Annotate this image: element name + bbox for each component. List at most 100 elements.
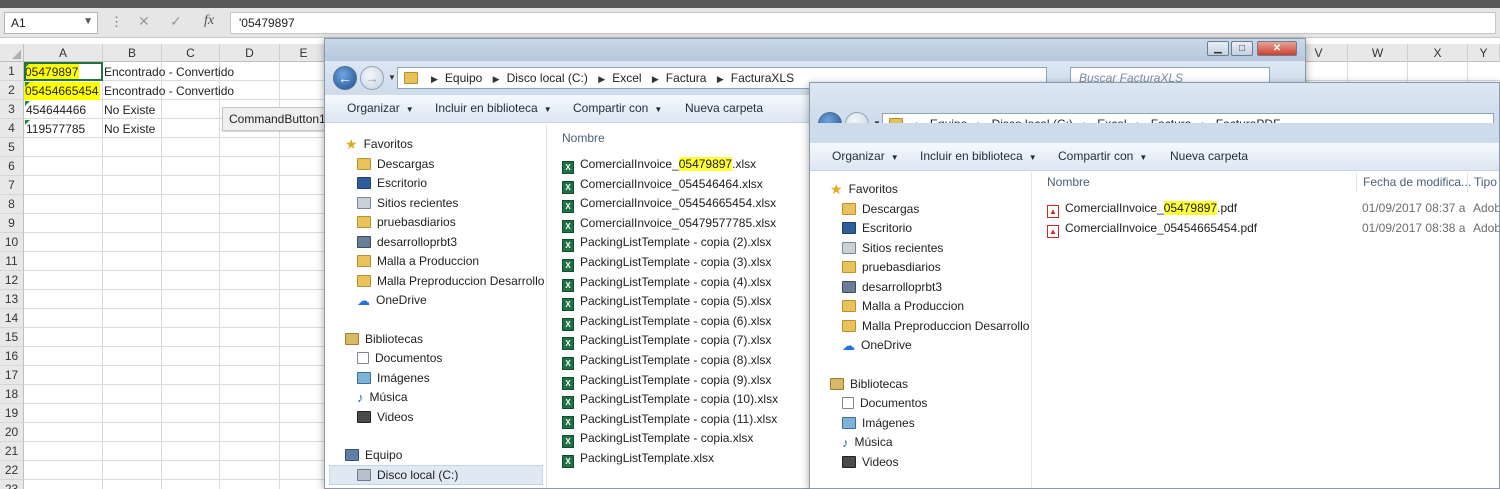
cell-b4[interactable]: No Existe: [102, 120, 202, 138]
nav-section-libraries[interactable]: Bibliotecas: [830, 375, 908, 394]
breadcrumb-item[interactable]: Excel: [612, 71, 641, 85]
nav-item-library[interactable]: Documentos: [357, 349, 442, 368]
name-box[interactable]: A1 ▼: [4, 12, 98, 34]
row-header[interactable]: 15: [0, 328, 24, 347]
column-header-name[interactable]: Nombre: [1047, 172, 1090, 192]
column-header-type[interactable]: Tipo: [1467, 172, 1499, 192]
column-header-d[interactable]: D: [220, 44, 280, 62]
share-with-menu[interactable]: Compartir con ▼: [1058, 149, 1147, 163]
column-header-x[interactable]: X: [1408, 44, 1468, 62]
organize-menu[interactable]: Organizar ▼: [347, 101, 414, 115]
file-item[interactable]: ▲ ComercialInvoice_05479897.pdf: [1047, 199, 1237, 218]
nav-section-libraries[interactable]: Bibliotecas: [345, 330, 423, 349]
file-item[interactable]: X PackingListTemplate - copia (8).xlsx: [562, 351, 771, 370]
row-header[interactable]: 4: [0, 119, 24, 138]
row-header[interactable]: 8: [0, 195, 24, 214]
row-header[interactable]: 12: [0, 271, 24, 290]
nav-item-favorite[interactable]: ☁ OneDrive: [357, 291, 427, 310]
window-titlebar[interactable]: ▁ □ ✕: [325, 39, 1305, 61]
cell-b1[interactable]: Encontrado - Convertido: [102, 63, 272, 81]
nav-item-favorite[interactable]: Escritorio: [357, 174, 427, 193]
nav-item-favorite[interactable]: Malla Preproduccion Desarrollo: [842, 317, 1029, 336]
file-item[interactable]: X PackingListTemplate - copia.xlsx: [562, 429, 753, 449]
nav-item-favorite[interactable]: Descargas: [842, 200, 919, 219]
row-header[interactable]: 16: [0, 347, 24, 366]
row-header[interactable]: 9: [0, 214, 24, 233]
nav-item-drive[interactable]: Disco local (C:): [357, 466, 458, 485]
minimize-icon[interactable]: ▁: [1207, 41, 1229, 56]
confirm-entry-icon[interactable]: ✓: [170, 13, 182, 30]
row-header[interactable]: 23: [0, 480, 24, 489]
nav-section-favorites[interactable]: ★ Favoritos: [830, 180, 898, 199]
file-item[interactable]: X PackingListTemplate - copia (11).xlsx: [562, 410, 777, 429]
nav-item-library[interactable]: Documentos: [842, 394, 927, 413]
new-folder-button[interactable]: Nueva carpeta: [1170, 149, 1248, 163]
nav-item-favorite[interactable]: Descargas: [357, 155, 434, 174]
row-header[interactable]: 10: [0, 233, 24, 252]
file-item[interactable]: X PackingListTemplate.xlsx: [562, 449, 714, 468]
row-header[interactable]: 17: [0, 366, 24, 385]
cell-b2[interactable]: Encontrado - Convertido: [102, 82, 272, 100]
close-icon[interactable]: ✕: [1257, 41, 1297, 56]
insert-function-icon[interactable]: fx: [204, 13, 214, 29]
cancel-entry-icon[interactable]: ✕: [138, 13, 150, 30]
maximize-icon[interactable]: □: [1231, 41, 1253, 56]
row-header[interactable]: 22: [0, 461, 24, 480]
file-item[interactable]: X PackingListTemplate - copia (7).xlsx: [562, 331, 771, 351]
cell-b3[interactable]: No Existe: [102, 101, 202, 119]
nav-item-favorite[interactable]: pruebasdiarios: [842, 258, 941, 277]
nav-item-library[interactable]: Imágenes: [842, 414, 915, 433]
cell-a2[interactable]: 05454665454: [24, 82, 100, 100]
file-item[interactable]: X PackingListTemplate - copia (10).xlsx: [562, 390, 778, 410]
row-header[interactable]: 20: [0, 423, 24, 442]
column-header-c[interactable]: C: [162, 44, 220, 62]
row-header[interactable]: 19: [0, 404, 24, 423]
nav-item-library[interactable]: ♪ Música: [357, 388, 408, 407]
file-item[interactable]: X PackingListTemplate - copia (2).xlsx: [562, 233, 771, 253]
share-with-menu[interactable]: Compartir con ▼: [573, 101, 662, 115]
nav-item-favorite[interactable]: Malla a Produccion: [842, 297, 964, 316]
row-header[interactable]: 1: [0, 62, 24, 81]
nav-item-favorite[interactable]: desarrolloprbt3: [842, 278, 942, 297]
nav-item-library[interactable]: Videos: [357, 408, 413, 427]
nav-item-favorite[interactable]: Malla a Produccion: [357, 252, 479, 271]
recent-pages-dropdown-icon[interactable]: ▼: [388, 73, 396, 82]
row-header[interactable]: 21: [0, 442, 24, 461]
column-header-b[interactable]: B: [103, 44, 162, 62]
select-all-corner[interactable]: [0, 44, 24, 62]
row-header[interactable]: 11: [0, 252, 24, 271]
new-folder-button[interactable]: Nueva carpeta: [685, 101, 763, 115]
formula-input[interactable]: '05479897: [230, 12, 1496, 34]
column-header-date[interactable]: Fecha de modifica...: [1356, 172, 1471, 192]
nav-item-favorite[interactable]: pruebasdiarios: [357, 213, 456, 232]
include-library-menu[interactable]: Incluir en biblioteca ▼: [920, 149, 1037, 163]
name-box-dropdown-icon[interactable]: ▼: [83, 16, 93, 27]
nav-item-library[interactable]: Videos: [842, 453, 898, 472]
column-header-w[interactable]: W: [1348, 44, 1408, 62]
nav-item-favorite[interactable]: Sitios recientes: [842, 239, 943, 258]
file-item[interactable]: X PackingListTemplate - copia (6).xlsx: [562, 312, 771, 331]
breadcrumb-item[interactable]: Equipo: [445, 71, 482, 85]
row-header[interactable]: 3: [0, 100, 24, 119]
file-item[interactable]: X PackingListTemplate - copia (5).xlsx: [562, 292, 771, 312]
nav-item-library[interactable]: ♪ Música: [842, 433, 893, 452]
row-header[interactable]: 18: [0, 385, 24, 404]
row-header[interactable]: 14: [0, 309, 24, 328]
column-header-a[interactable]: A: [24, 44, 103, 62]
row-header[interactable]: 2: [0, 81, 24, 100]
nav-item-favorite[interactable]: Malla Preproduccion Desarrollo: [357, 272, 544, 291]
cell-a4[interactable]: 119577785: [24, 120, 102, 138]
file-item[interactable]: X ComercialInvoice_05479577785.xlsx: [562, 214, 776, 233]
nav-section-computer[interactable]: Equipo: [345, 446, 402, 465]
row-header[interactable]: 13: [0, 290, 24, 309]
forward-arrow-icon[interactable]: →: [360, 66, 384, 90]
row-header[interactable]: 5: [0, 138, 24, 157]
include-library-menu[interactable]: Incluir en biblioteca ▼: [435, 101, 552, 115]
command-button[interactable]: CommandButton1: [222, 107, 326, 131]
nav-item-favorite[interactable]: Escritorio: [842, 219, 912, 238]
nav-section-favorites[interactable]: ★ Favoritos: [345, 135, 413, 154]
file-item[interactable]: X ComercialInvoice_054546464.xlsx: [562, 175, 763, 194]
row-header[interactable]: 7: [0, 176, 24, 195]
nav-item-library[interactable]: Imágenes: [357, 369, 430, 388]
organize-menu[interactable]: Organizar ▼: [832, 149, 899, 163]
